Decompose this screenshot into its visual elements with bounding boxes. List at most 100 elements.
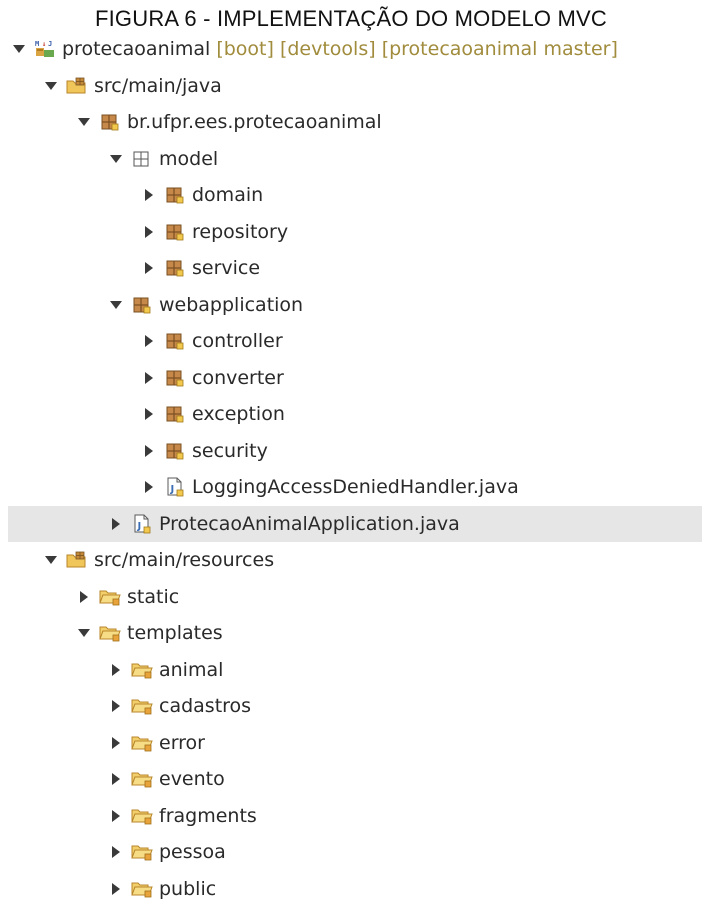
- expanded-arrow-icon[interactable]: [75, 113, 93, 131]
- collapsed-arrow-icon[interactable]: [140, 223, 158, 241]
- tree-label: animal: [159, 658, 224, 681]
- collapsed-arrow-icon[interactable]: [75, 588, 93, 606]
- expanded-arrow-icon[interactable]: [42, 77, 60, 95]
- collapsed-arrow-icon[interactable]: [140, 332, 158, 350]
- tree-label: fragments: [159, 804, 257, 827]
- package-icon: [131, 295, 153, 315]
- tree-item-service[interactable]: service: [0, 250, 702, 287]
- svg-text:↓: ↓: [42, 40, 46, 48]
- tree-label: repository: [192, 220, 289, 243]
- tree-item-application[interactable]: J ProtecaoAnimalApplication.java: [8, 505, 702, 542]
- collapsed-arrow-icon[interactable]: [140, 259, 158, 277]
- tree-item-converter[interactable]: converter: [0, 360, 702, 397]
- expanded-arrow-icon[interactable]: [107, 296, 125, 314]
- package-icon: [99, 112, 121, 132]
- folder-icon: [131, 879, 153, 899]
- tree-item-animal[interactable]: animal: [0, 652, 702, 689]
- tree-item-src-main-resources[interactable]: src/main/resources: [0, 542, 702, 579]
- folder-icon: [131, 806, 153, 826]
- collapsed-arrow-icon[interactable]: [107, 697, 125, 715]
- collapsed-arrow-icon[interactable]: [107, 770, 125, 788]
- tree-item-exception[interactable]: exception: [0, 396, 702, 433]
- maven-project-icon: M ↓ J: [34, 39, 56, 59]
- tree-label: ProtecaoAnimalApplication.java: [159, 512, 460, 535]
- tree-item-templates[interactable]: templates: [0, 615, 702, 652]
- tree-item-static[interactable]: static: [0, 579, 702, 616]
- collapsed-arrow-icon[interactable]: [140, 442, 158, 460]
- project-decorations: [boot] [devtools] [protecaoanimal master…: [216, 38, 618, 61]
- collapsed-arrow-icon[interactable]: [107, 843, 125, 861]
- folder-icon: [99, 623, 121, 643]
- tree-label: evento: [159, 768, 225, 791]
- collapsed-arrow-icon[interactable]: [107, 515, 125, 533]
- tree-item-pessoa[interactable]: pessoa: [0, 834, 702, 871]
- tree-item-error[interactable]: error: [0, 725, 702, 762]
- source-folder-icon: [66, 76, 88, 96]
- svg-text:J: J: [137, 521, 142, 532]
- package-icon: [164, 185, 186, 205]
- collapsed-arrow-icon[interactable]: [107, 734, 125, 752]
- collapsed-arrow-icon[interactable]: [140, 186, 158, 204]
- expanded-arrow-icon[interactable]: [42, 551, 60, 569]
- folder-icon: [131, 696, 153, 716]
- tree-label: error: [159, 731, 205, 754]
- tree-item-cadastros[interactable]: cadastros: [0, 688, 702, 725]
- tree-label: domain: [192, 184, 264, 207]
- tree-item-controller[interactable]: controller: [0, 323, 702, 360]
- collapsed-arrow-icon[interactable]: [107, 661, 125, 679]
- tree-label: LoggingAccessDeniedHandler.java: [192, 476, 519, 499]
- collapsed-arrow-icon[interactable]: [107, 880, 125, 898]
- tree-label: converter: [192, 366, 284, 389]
- tree-label: src/main/java: [94, 74, 222, 97]
- tree-item-domain[interactable]: domain: [0, 177, 702, 214]
- tree-label: br.ufpr.ees.protecaoanimal: [127, 111, 382, 134]
- tree-item-fragments[interactable]: fragments: [0, 798, 702, 835]
- folder-icon: [131, 842, 153, 862]
- svg-text:M: M: [35, 40, 39, 48]
- package-icon: [164, 441, 186, 461]
- folder-icon: [131, 660, 153, 680]
- expanded-arrow-icon[interactable]: [107, 150, 125, 168]
- collapsed-arrow-icon[interactable]: [140, 369, 158, 387]
- tree-item-evento[interactable]: evento: [0, 761, 702, 798]
- java-file-icon: J: [164, 477, 186, 497]
- tree-label: public: [159, 877, 217, 900]
- folder-icon: [131, 733, 153, 753]
- tree-label: static: [127, 585, 180, 608]
- tree-item-security[interactable]: security: [0, 433, 702, 470]
- folder-icon: [99, 587, 121, 607]
- collapsed-arrow-icon[interactable]: [107, 807, 125, 825]
- package-icon: [164, 331, 186, 351]
- tree-item-logging-handler[interactable]: J LoggingAccessDeniedHandler.java: [0, 469, 702, 506]
- project-label: protecaoanimal: [62, 38, 211, 61]
- figure-caption: FIGURA 6 - IMPLEMENTAÇÃO DO MODELO MVC: [94, 6, 608, 31]
- tree-label: security: [192, 439, 268, 462]
- tree-label: templates: [127, 622, 223, 645]
- tree-label: cadastros: [159, 695, 252, 718]
- tree-item-root-package[interactable]: br.ufpr.ees.protecaoanimal: [0, 104, 702, 141]
- tree-item-model[interactable]: model: [0, 141, 702, 178]
- collapsed-arrow-icon[interactable]: [140, 478, 158, 496]
- java-file-icon: J: [131, 514, 153, 534]
- svg-text:J: J: [48, 40, 52, 48]
- tree-label: model: [159, 147, 219, 170]
- project-explorer-tree[interactable]: M ↓ J protecaoanimal [boot] [devtools] […: [0, 31, 702, 902]
- expanded-arrow-icon[interactable]: [75, 624, 93, 642]
- folder-icon: [131, 769, 153, 789]
- tree-item-webapplication[interactable]: webapplication: [0, 287, 702, 324]
- tree-item-repository[interactable]: repository: [0, 214, 702, 251]
- tree-label: controller: [192, 330, 283, 353]
- package-icon: [164, 368, 186, 388]
- collapsed-arrow-icon[interactable]: [140, 405, 158, 423]
- tree-label: webapplication: [159, 293, 304, 316]
- tree-label: pessoa: [159, 841, 226, 864]
- package-icon: [164, 222, 186, 242]
- empty-package-icon: [131, 149, 153, 169]
- tree-label: exception: [192, 403, 285, 426]
- tree-item-public[interactable]: public: [0, 871, 702, 902]
- tree-item-project[interactable]: M ↓ J protecaoanimal [boot] [devtools] […: [0, 31, 702, 68]
- package-icon: [164, 258, 186, 278]
- tree-label: service: [192, 257, 261, 280]
- tree-item-src-main-java[interactable]: src/main/java: [0, 68, 702, 105]
- expanded-arrow-icon[interactable]: [10, 40, 28, 58]
